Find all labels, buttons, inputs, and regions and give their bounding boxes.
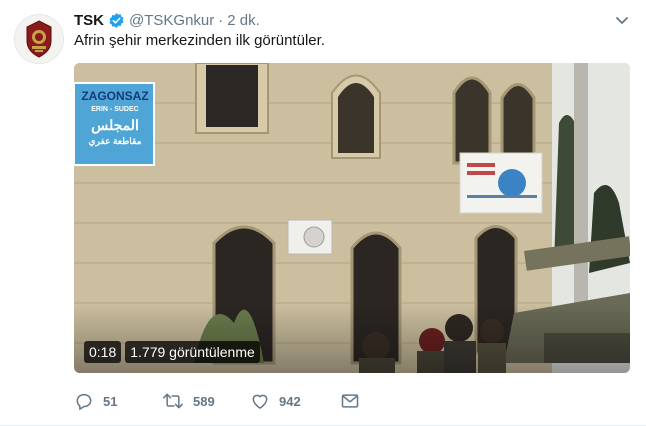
retweet-button[interactable]: 589 bbox=[162, 388, 215, 414]
heart-icon bbox=[252, 394, 268, 409]
reply-icon bbox=[76, 394, 92, 410]
chevron-down-icon[interactable] bbox=[614, 12, 630, 28]
timestamp[interactable]: 2 dk. bbox=[227, 12, 260, 29]
retweet-count: 589 bbox=[193, 393, 215, 409]
video-frame bbox=[74, 63, 630, 373]
sign-subtitle: ERIN - SUDEC bbox=[91, 106, 139, 113]
reply-count: 51 bbox=[103, 393, 118, 409]
sign-left-text: ZAGONSAZ ERIN - SUDEC المجلس مقاطعة عفري bbox=[78, 89, 152, 147]
tweet-header: TSK @TSKGnkur · 2 dk. bbox=[74, 10, 260, 30]
tsk-emblem-icon bbox=[15, 15, 63, 63]
video-duration: 0:18 bbox=[84, 341, 122, 363]
verified-badge-icon bbox=[108, 12, 125, 29]
display-name[interactable]: TSK bbox=[74, 12, 104, 29]
handle[interactable]: @TSKGnkur bbox=[129, 12, 214, 29]
envelope-icon bbox=[341, 394, 359, 408]
sign-arabic-line-2: مقاطعة عفري bbox=[88, 136, 142, 146]
tweet-actions: 51 589 942 bbox=[74, 388, 630, 414]
like-count: 942 bbox=[279, 393, 301, 409]
tweet-text: Afrin şehir merkezinden ilk görüntüler. bbox=[74, 32, 325, 49]
retweet-icon bbox=[163, 393, 183, 409]
sign-arabic-line-1: المجلس bbox=[91, 117, 139, 133]
video-info: 0:18 1.779 görüntülenme bbox=[84, 341, 260, 363]
avatar[interactable] bbox=[14, 14, 64, 64]
video-view-count: 1.779 görüntülenme bbox=[125, 341, 260, 363]
tweet[interactable]: TSK @TSKGnkur · 2 dk. Afrin şehir merkez… bbox=[0, 0, 646, 426]
direct-message-button[interactable] bbox=[340, 388, 360, 414]
sign-title: ZAGONSAZ bbox=[81, 89, 149, 103]
reply-button[interactable]: 51 bbox=[74, 388, 117, 414]
like-button[interactable]: 942 bbox=[250, 388, 301, 414]
video-player[interactable]: ZAGONSAZ ERIN - SUDEC المجلس مقاطعة عفري… bbox=[74, 63, 630, 373]
separator-dot: · bbox=[218, 11, 224, 29]
